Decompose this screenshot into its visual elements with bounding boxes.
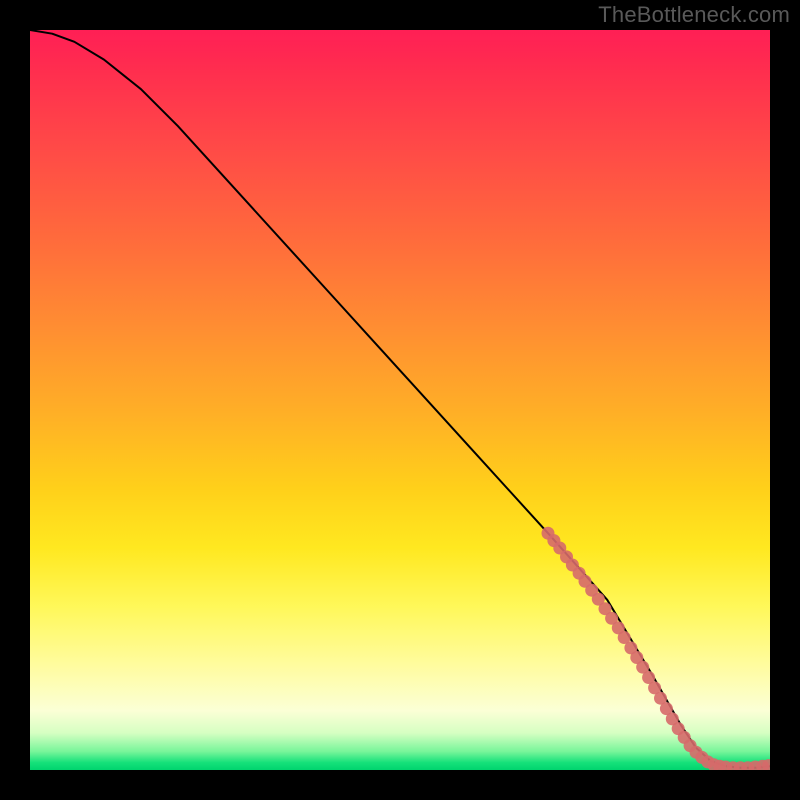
chart-root: TheBottleneck.com — [0, 0, 800, 800]
chart-overlay-svg — [30, 30, 770, 770]
scatter-points — [542, 527, 771, 770]
attribution-text: TheBottleneck.com — [598, 2, 790, 28]
bottleneck-curve — [30, 30, 770, 768]
plot-area — [30, 30, 770, 770]
